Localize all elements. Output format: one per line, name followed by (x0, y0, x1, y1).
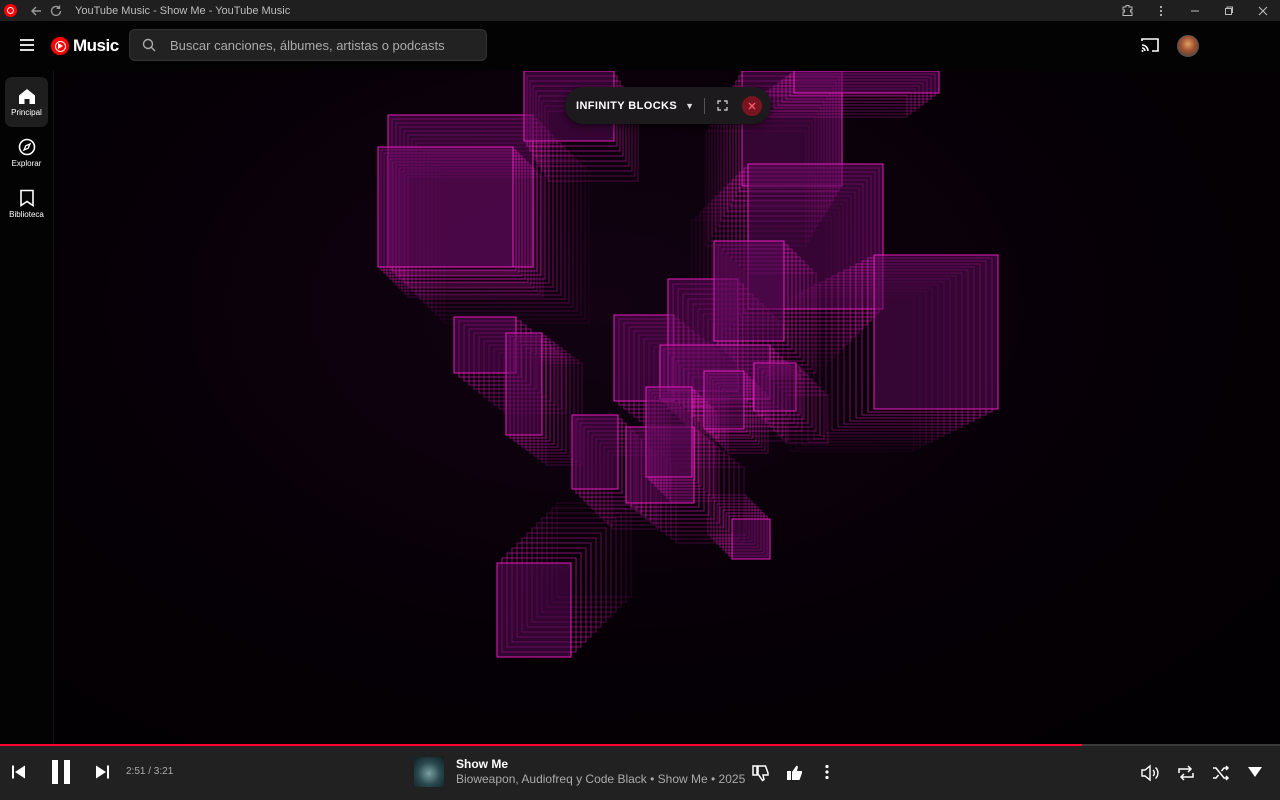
restore-icon[interactable] (1212, 0, 1246, 21)
thumbs-down-icon (752, 765, 769, 782)
sidebar-item-principal[interactable]: Principal (5, 77, 48, 127)
shuffle-button[interactable] (1211, 763, 1231, 783)
visualizer-block (645, 386, 693, 478)
avatar[interactable] (1177, 35, 1199, 57)
extensions-icon[interactable] (1110, 0, 1144, 21)
compass-icon (18, 138, 36, 156)
fullscreen-icon[interactable] (717, 100, 728, 111)
visualizer-canvas[interactable] (54, 71, 1280, 744)
sidebar-item-biblioteca[interactable]: Biblioteca (5, 179, 48, 229)
visualizer-block (731, 518, 771, 560)
like-button[interactable] (785, 763, 805, 783)
visualizer-block (793, 71, 940, 94)
skip-next-icon (96, 765, 109, 779)
volume-button[interactable] (1140, 763, 1160, 783)
minimize-icon[interactable] (1178, 0, 1212, 21)
player-bar: 2:51 / 3:21 Show Me Bioweapon, Audiofreq… (0, 746, 1280, 800)
visualizer-block (873, 254, 999, 410)
menu-icon[interactable] (18, 36, 36, 59)
repeat-button[interactable] (1176, 763, 1196, 783)
track-subtitle[interactable]: Bioweapon, Audiofreq y Code Black • Show… (456, 772, 745, 786)
search-icon (142, 38, 156, 52)
shuffle-icon (1213, 765, 1230, 781)
skip-previous-icon (12, 765, 25, 779)
window-titlebar: YouTube Music - Show Me - YouTube Music (0, 0, 1280, 21)
reload-icon[interactable] (49, 4, 63, 18)
close-visualizer-icon[interactable] (742, 95, 763, 116)
previous-button[interactable] (10, 764, 26, 780)
visualizer-block (571, 414, 619, 490)
visualizer-block (713, 240, 785, 342)
close-window-icon[interactable] (1246, 0, 1280, 21)
caret-down-icon[interactable]: ▼ (685, 101, 694, 111)
pause-button[interactable] (50, 759, 72, 785)
app-header: Music (0, 21, 1280, 72)
app-icon (4, 4, 17, 17)
expand-player-button[interactable] (1247, 766, 1263, 778)
search-bar[interactable] (129, 29, 487, 61)
sidebar-item-label: Explorar (11, 159, 42, 168)
more-options-button[interactable] (824, 764, 830, 780)
pause-icon (52, 760, 70, 784)
visualizer-block (753, 362, 797, 412)
sidebar-item-label: Principal (11, 107, 42, 117)
infinity-blocks-visualization (377, 71, 999, 658)
divider (704, 97, 706, 114)
search-input[interactable] (168, 36, 472, 54)
visualizer-block (377, 146, 514, 268)
track-title[interactable]: Show Me (456, 757, 508, 771)
window-menu-icon[interactable] (1144, 0, 1178, 21)
visualizer-name[interactable]: INFINITY BLOCKS (576, 100, 677, 112)
bookmark-icon (19, 189, 35, 207)
sidebar-item-label: Biblioteca (9, 210, 44, 219)
youtube-music-logo[interactable]: Music (51, 36, 119, 56)
album-art[interactable] (414, 757, 444, 787)
playback-time: 2:51 / 3:21 (126, 766, 174, 777)
repeat-icon (1178, 765, 1194, 781)
home-icon (18, 88, 36, 105)
logo-text: Music (73, 36, 119, 55)
visualizer-selector: INFINITY BLOCKS ▼ (565, 87, 771, 124)
volume-icon (1141, 764, 1159, 782)
thumbs-up-icon (787, 765, 802, 780)
cast-icon[interactable] (1140, 36, 1160, 59)
caret-down-icon (1248, 767, 1262, 777)
more-vert-icon (825, 764, 829, 780)
sidebar: Principal Explorar Biblioteca (0, 71, 54, 744)
dislike-button[interactable] (751, 763, 771, 783)
next-button[interactable] (95, 764, 111, 780)
back-icon[interactable] (29, 4, 43, 18)
visualizer-block (505, 332, 543, 436)
window-title: YouTube Music - Show Me - YouTube Music (75, 4, 291, 17)
visualizer-block (496, 562, 572, 658)
sidebar-item-explorar[interactable]: Explorar (5, 128, 48, 178)
